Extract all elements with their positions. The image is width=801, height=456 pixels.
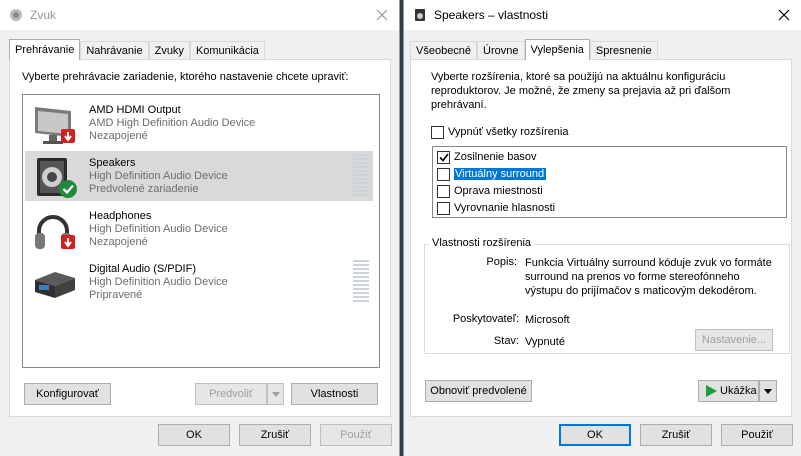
tab-playback[interactable]: Prehrávanie bbox=[9, 39, 81, 60]
configure-button[interactable]: Konfigurovať bbox=[24, 383, 111, 405]
window-title: Speakers – vlastnosti bbox=[434, 8, 549, 22]
checkbox-label: Vypnúť všetky rozšírenia bbox=[448, 126, 569, 138]
description-value: Funkcia Virtuálny surround kóduje zvuk v… bbox=[525, 257, 772, 297]
speaker-device-icon bbox=[37, 158, 77, 198]
checkbox-box[interactable] bbox=[437, 201, 450, 215]
device-status: Nezapojené bbox=[89, 236, 148, 248]
checkbox-box[interactable] bbox=[431, 125, 444, 139]
device-item-spdif[interactable]: Digital Audio (S/PDIF) High Definition A… bbox=[25, 257, 373, 307]
device-name: AMD HDMI Output bbox=[89, 104, 181, 116]
device-description: High Definition Audio Device bbox=[89, 223, 228, 235]
device-item-speakers[interactable]: Speakers High Definition Audio Device Pr… bbox=[25, 151, 373, 201]
volume-meter bbox=[353, 260, 369, 304]
device-description: AMD High Definition Audio Device bbox=[89, 117, 256, 129]
provider-value: Microsoft bbox=[525, 314, 570, 326]
tab-general[interactable]: Všeobecné bbox=[410, 41, 478, 60]
device-status: Nezapojené bbox=[89, 130, 148, 142]
tab-strip: Všeobecné Úrovne Vylepšenia Spresnenie bbox=[410, 39, 658, 60]
speaker-icon bbox=[10, 9, 22, 21]
cancel-button[interactable]: Zrušiť bbox=[239, 424, 311, 446]
checkbox-box[interactable] bbox=[437, 167, 450, 181]
device-item-hdmi[interactable]: AMD HDMI Output AMD High Definition Audi… bbox=[25, 98, 373, 148]
device-list[interactable]: AMD HDMI Output AMD High Definition Audi… bbox=[22, 94, 380, 368]
provider-label: Poskytovateľ: bbox=[452, 313, 519, 325]
state-label: Stav: bbox=[493, 335, 519, 347]
tab-sounds[interactable]: Zvuky bbox=[148, 41, 190, 60]
tab-strip: Prehrávanie Nahrávanie Zvuky Komunikácia bbox=[9, 39, 265, 60]
enhancement-bass-boost[interactable]: Zosilnenie basov bbox=[437, 149, 537, 165]
tab-enhancements[interactable]: Vylepšenia bbox=[524, 39, 590, 60]
intro-text: Vyberte prehrávacie zariadenie, ktorého … bbox=[22, 71, 349, 83]
properties-button[interactable]: Vlastnosti bbox=[291, 383, 378, 405]
device-name: Digital Audio (S/PDIF) bbox=[89, 263, 196, 275]
device-description: High Definition Audio Device bbox=[89, 276, 228, 288]
restore-defaults-button[interactable]: Obnoviť predvolené bbox=[425, 380, 532, 402]
speaker-icon bbox=[415, 9, 425, 21]
group-legend: Vlastnosti rozšírenia bbox=[429, 237, 535, 249]
cancel-button[interactable]: Zrušiť bbox=[640, 424, 712, 446]
enhancement-virtual-surround[interactable]: Virtuálny surround bbox=[437, 166, 547, 182]
device-status: Pripravené bbox=[89, 289, 143, 301]
headphones-icon bbox=[35, 215, 75, 249]
volume-meter bbox=[353, 154, 369, 198]
preview-label: Ukážka bbox=[720, 385, 757, 397]
checkbox-label: Oprava miestnosti bbox=[454, 185, 543, 197]
monitor-icon bbox=[35, 107, 75, 144]
checkbox-box[interactable] bbox=[437, 150, 450, 164]
set-default-dropdown[interactable] bbox=[267, 383, 284, 405]
checkbox-label: Vyrovnanie hlasnosti bbox=[454, 202, 556, 214]
chevron-down-icon bbox=[271, 391, 280, 397]
preview-dropdown[interactable] bbox=[759, 380, 777, 402]
sound-dialog: Zvuk Prehrávanie Nahrávanie Zvuky Komuni… bbox=[0, 0, 400, 456]
device-item-headphones[interactable]: Headphones High Definition Audio Device … bbox=[25, 204, 373, 254]
preview-button[interactable]: Ukážka bbox=[698, 380, 759, 402]
tab-communications[interactable]: Komunikácia bbox=[189, 41, 265, 60]
titlebar: Speakers – vlastnosti bbox=[404, 0, 801, 30]
disable-all-checkbox[interactable]: Vypnúť všetky rozšírenia bbox=[431, 124, 569, 140]
intro-text: Vyberte rozšírenia, ktoré sa použijú na … bbox=[431, 71, 731, 111]
close-icon[interactable] bbox=[373, 6, 391, 24]
checkbox-box[interactable] bbox=[437, 184, 450, 198]
chevron-down-icon bbox=[764, 388, 772, 394]
device-status: Predvolené zariadenie bbox=[89, 183, 199, 195]
enhancement-loudness-eq[interactable]: Vyrovnanie hlasnosti bbox=[437, 200, 555, 216]
checkmark-icon bbox=[438, 153, 449, 162]
ok-button[interactable]: OK bbox=[559, 424, 631, 446]
set-default-button[interactable]: Predvoliť bbox=[195, 383, 267, 405]
enhancement-room-correction[interactable]: Oprava miestnosti bbox=[437, 183, 543, 199]
checkbox-label: Virtuálny surround bbox=[454, 168, 547, 180]
description-label: Popis: bbox=[486, 256, 517, 268]
digital-audio-icon bbox=[35, 272, 75, 298]
checkbox-label: Zosilnenie basov bbox=[454, 151, 537, 163]
window-title: Zvuk bbox=[30, 8, 57, 22]
device-description: High Definition Audio Device bbox=[89, 170, 228, 182]
state-value: Vypnuté bbox=[525, 336, 565, 348]
play-icon bbox=[706, 385, 717, 397]
tab-recording[interactable]: Nahrávanie bbox=[80, 41, 149, 60]
tab-advanced[interactable]: Spresnenie bbox=[589, 41, 658, 60]
apply-button[interactable]: Použiť bbox=[721, 424, 793, 446]
close-icon[interactable] bbox=[775, 6, 793, 24]
device-name: Headphones bbox=[89, 210, 152, 222]
titlebar: Zvuk bbox=[0, 0, 399, 30]
apply-button[interactable]: Použiť bbox=[320, 424, 392, 446]
device-name: Speakers bbox=[89, 157, 136, 169]
settings-button[interactable]: Nastavenie... bbox=[695, 329, 773, 351]
ok-button[interactable]: OK bbox=[158, 424, 230, 446]
tab-levels[interactable]: Úrovne bbox=[477, 41, 525, 60]
